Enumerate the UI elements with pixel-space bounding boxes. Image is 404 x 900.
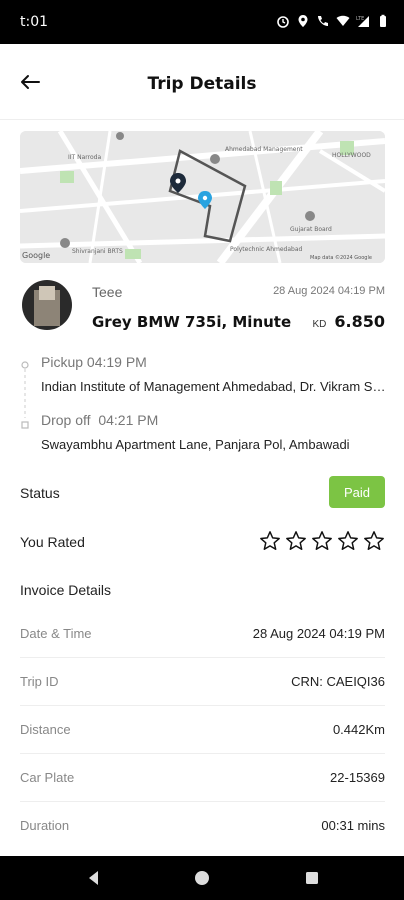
invoice-key: Car Plate bbox=[20, 770, 75, 785]
invoice-row-date: Date & Time 28 Aug 2024 04:19 PM bbox=[20, 610, 385, 658]
trip-route: Pickup 04:19 PM Indian Institute of Mana… bbox=[20, 352, 391, 462]
star-icon-3[interactable] bbox=[311, 530, 333, 552]
driver-avatar bbox=[22, 280, 72, 330]
pickup-time: 04:19 PM bbox=[86, 354, 147, 370]
invoice-value: 0.442Km bbox=[332, 722, 385, 737]
invoice-key: Trip ID bbox=[20, 674, 59, 689]
trip-fare: KD 6.850 bbox=[312, 312, 385, 331]
lte-signal-icon: LTE bbox=[356, 16, 369, 27]
invoice-value: 00:31 mins bbox=[321, 818, 385, 833]
alarm-icon bbox=[277, 16, 289, 28]
car-description: Grey BMW 735i, Minute bbox=[92, 313, 292, 331]
app-bar: Trip Details bbox=[0, 44, 404, 120]
system-nav-bar bbox=[0, 856, 404, 900]
invoice-key: Duration bbox=[20, 818, 70, 833]
map-attribution: Map data ©2024 Google bbox=[310, 254, 372, 261]
fare-currency: KD bbox=[312, 319, 327, 330]
pickup-label-text: Pickup bbox=[41, 354, 84, 370]
invoice-title: Invoice Details bbox=[20, 582, 112, 598]
star-icon-4[interactable] bbox=[337, 530, 359, 552]
invoice-value: 28 Aug 2024 04:19 PM bbox=[252, 626, 385, 641]
map-label-gujarat: Gujarat Board bbox=[290, 226, 332, 233]
call-wifi-icon bbox=[318, 16, 328, 26]
dropoff-label-text: Drop off bbox=[41, 412, 91, 428]
map-google-logo: Google bbox=[22, 251, 50, 260]
map-label-hollywood: HOLLYWOOD bbox=[332, 152, 371, 159]
status-badge: Paid bbox=[329, 476, 385, 508]
wifi-icon bbox=[336, 15, 350, 26]
page-title: Trip Details bbox=[147, 74, 257, 94]
route-line-icon bbox=[21, 361, 29, 429]
rating-stars bbox=[259, 530, 385, 552]
star-icon-5[interactable] bbox=[363, 530, 385, 552]
battery-icon bbox=[380, 14, 386, 27]
location-icon bbox=[298, 15, 308, 27]
fare-amount: 6.850 bbox=[334, 312, 385, 331]
status-time: t:01 bbox=[20, 14, 49, 30]
invoice-key: Distance bbox=[20, 722, 71, 737]
invoice-row-duration: Duration 00:31 mins bbox=[20, 802, 385, 850]
pickup-label: Pickup 04:19 PM bbox=[41, 354, 147, 370]
trip-summary: Teee 28 Aug 2024 04:19 PM Grey BMW 735i,… bbox=[20, 280, 385, 335]
map-graphic: Ahmedabad Management IIT Narroda HOLLYWO… bbox=[20, 131, 385, 263]
rating-row: You Rated bbox=[20, 530, 385, 558]
status-label: Status bbox=[20, 485, 60, 501]
invoice-value: CRN: CAEIQI36 bbox=[291, 674, 385, 689]
star-icon-2[interactable] bbox=[285, 530, 307, 552]
driver-name: Teee bbox=[92, 284, 123, 300]
invoice-row-distance: Distance 0.442Km bbox=[20, 706, 385, 754]
map-label-iit: IIT Narroda bbox=[68, 154, 101, 161]
status-row: Status Paid bbox=[20, 476, 385, 510]
status-icons: LTE bbox=[276, 14, 390, 28]
home-circle-icon[interactable] bbox=[192, 868, 212, 888]
recents-square-icon[interactable] bbox=[302, 868, 322, 888]
invoice-key: Date & Time bbox=[20, 626, 92, 641]
star-icon-1[interactable] bbox=[259, 530, 281, 552]
invoice-value: 22-15369 bbox=[330, 770, 385, 785]
back-triangle-icon[interactable] bbox=[84, 868, 104, 888]
lte-label: LTE bbox=[356, 16, 364, 22]
dropoff-label: Drop off 04:21 PM bbox=[41, 412, 158, 428]
dropoff-time: 04:21 PM bbox=[98, 412, 159, 428]
trip-date-time: 28 Aug 2024 04:19 PM bbox=[273, 285, 385, 297]
invoice-row-car-plate: Car Plate 22-15369 bbox=[20, 754, 385, 802]
status-bar: t:01 LTE bbox=[0, 0, 404, 44]
trip-map[interactable]: Ahmedabad Management IIT Narroda HOLLYWO… bbox=[20, 131, 385, 263]
map-label-ahmedabad: Ahmedabad Management bbox=[225, 146, 303, 153]
map-label-shivranjani: Shivranjani BRTS bbox=[72, 248, 123, 255]
invoice-row-trip-id: Trip ID CRN: CAEIQI36 bbox=[20, 658, 385, 706]
pickup-address: Indian Institute of Management Ahmedabad… bbox=[41, 379, 391, 394]
map-label-polytechnic: Polytechnic Ahmedabad bbox=[230, 246, 303, 253]
dropoff-address: Swayambhu Apartment Lane, Panjara Pol, A… bbox=[41, 437, 350, 452]
rating-label: You Rated bbox=[20, 534, 85, 550]
